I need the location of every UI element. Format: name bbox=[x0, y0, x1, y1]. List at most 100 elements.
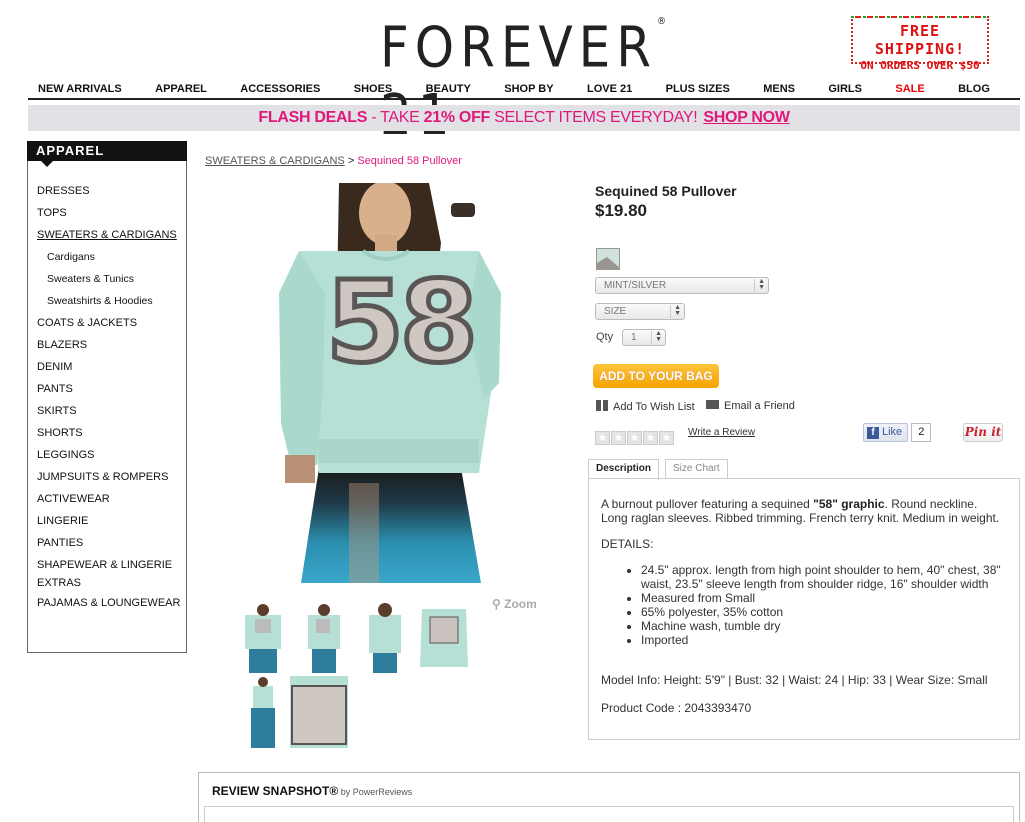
nav-accessories[interactable]: ACCESSORIES bbox=[240, 80, 320, 98]
sidebar-item-sweaters-tunics[interactable]: Sweaters & Tunics bbox=[37, 268, 187, 290]
rating-stars: ★ ★ ★ ★ ★ bbox=[595, 428, 675, 446]
thumbnail-6[interactable] bbox=[290, 676, 348, 748]
sidebar-item-label: PANTS bbox=[37, 383, 73, 395]
facebook-like-widget: f Like 2 bbox=[863, 423, 932, 442]
review-snapshot-title: REVIEW SNAPSHOT® by PowerReviews bbox=[212, 784, 412, 798]
sidebar-item-skirts[interactable]: SKIRTS bbox=[37, 400, 187, 422]
email-friend-label: Email a Friend bbox=[724, 400, 795, 412]
facebook-like-label: Like bbox=[882, 426, 903, 438]
sidebar-item-shapewear[interactable]: SHAPEWEAR & LINGERIE EXTRAS bbox=[37, 556, 187, 592]
envelope-icon bbox=[706, 400, 719, 409]
qty-select[interactable]: 1 ▲ ▼ bbox=[622, 329, 666, 346]
tab-size-chart[interactable]: Size Chart bbox=[665, 459, 728, 479]
forever21-logo[interactable]: FOREVER 21 ® bbox=[380, 14, 670, 147]
shop-now-link[interactable]: SHOP NOW bbox=[703, 109, 790, 126]
sidebar-item-sweatshirts-hoodies[interactable]: Sweatshirts & Hoodies bbox=[37, 290, 187, 312]
facebook-like-button[interactable]: f Like bbox=[863, 423, 909, 442]
free-shipping-badge[interactable]: FREE SHIPPING! ON ORDERS OVER $50 bbox=[851, 16, 989, 72]
color-swatch[interactable] bbox=[596, 248, 620, 270]
flash-discount: 21% OFF bbox=[423, 109, 491, 126]
breadcrumb-parent[interactable]: SWEATERS & CARDIGANS bbox=[205, 155, 345, 167]
sidebar-item-cardigans[interactable]: Cardigans bbox=[37, 246, 187, 268]
email-a-friend-link[interactable]: Email a Friend bbox=[706, 400, 795, 412]
star-icon: ★ bbox=[659, 431, 674, 445]
nav-new-arrivals[interactable]: NEW ARRIVALS bbox=[38, 80, 122, 98]
sidebar-item-panties[interactable]: PANTIES bbox=[37, 532, 187, 554]
review-title-text: REVIEW SNAPSHOT® bbox=[212, 784, 339, 798]
nav-girls[interactable]: GIRLS bbox=[828, 80, 862, 98]
nav-shop-by[interactable]: SHOP BY bbox=[504, 80, 553, 98]
size-select[interactable]: SIZE ▲ ▼ bbox=[595, 303, 685, 320]
flash-deals-banner[interactable]: FLASH DEALS - TAKE 21% OFF SELECT ITEMS … bbox=[28, 105, 1020, 131]
star-icon: ★ bbox=[611, 431, 626, 445]
sidebar-item-label: Sweaters & Tunics bbox=[47, 273, 134, 285]
facebook-like-count: 2 bbox=[911, 423, 932, 442]
color-select-value: MINT/SILVER bbox=[604, 280, 667, 291]
tab-description[interactable]: Description bbox=[588, 459, 660, 480]
sidebar-item-jumpsuits-rompers[interactable]: JUMPSUITS & ROMPERS bbox=[37, 466, 187, 488]
nav-plus-sizes[interactable]: PLUS SIZES bbox=[666, 80, 730, 98]
intro-text-b: "58" graphic bbox=[813, 497, 885, 511]
sidebar-item-label: TOPS bbox=[37, 207, 67, 219]
zoom-label: Zoom bbox=[504, 597, 537, 611]
sidebar-item-label: Sweatshirts & Hoodies bbox=[47, 295, 153, 307]
pinterest-pin-button[interactable]: Pin it bbox=[963, 423, 1003, 442]
free-shipping-line2: ON ORDERS OVER $50 bbox=[860, 59, 980, 72]
thumbnail-4[interactable] bbox=[418, 601, 470, 673]
flash-text-b: SELECT ITEMS EVERYDAY! bbox=[490, 109, 698, 126]
review-snapshot-body bbox=[204, 806, 1014, 822]
sidebar-item-pants[interactable]: PANTS bbox=[37, 378, 187, 400]
select-arrows-icon: ▲ ▼ bbox=[754, 278, 765, 292]
sidebar-item-label: LEGGINGS bbox=[37, 449, 95, 461]
add-to-wish-list-link[interactable]: Add To Wish List bbox=[596, 400, 695, 413]
nav-love21[interactable]: LOVE 21 bbox=[587, 80, 632, 98]
color-select[interactable]: MINT/SILVER ▲ ▼ bbox=[595, 277, 769, 294]
sidebar-title-text: APPAREL bbox=[36, 143, 105, 158]
nav-shoes[interactable]: SHOES bbox=[354, 80, 393, 98]
sidebar-item-denim[interactable]: DENIM bbox=[37, 356, 187, 378]
sidebar-item-pajamas[interactable]: PAJAMAS & LOUNGEWEAR bbox=[37, 594, 187, 612]
sidebar-item-dresses[interactable]: DRESSES bbox=[37, 180, 187, 202]
sidebar-item-label: ACTIVEWEAR bbox=[37, 493, 110, 505]
details-label: DETAILS: bbox=[601, 537, 654, 551]
thumb-photo bbox=[300, 601, 348, 673]
sidebar-item-sweaters-cardigans[interactable]: SWEATERS & CARDIGANS bbox=[37, 224, 187, 246]
sidebar-item-shorts[interactable]: SHORTS bbox=[37, 422, 187, 444]
details-item: 65% polyester, 35% cotton bbox=[641, 605, 1007, 619]
nav-apparel[interactable]: APPAREL bbox=[155, 80, 207, 98]
thumbnail-2[interactable] bbox=[300, 601, 348, 673]
sidebar-item-blazers[interactable]: BLAZERS bbox=[37, 334, 187, 356]
nav-beauty[interactable]: BEAUTY bbox=[426, 80, 471, 98]
sidebar-item-coats-jackets[interactable]: COATS & JACKETS bbox=[37, 312, 187, 334]
sidebar-item-label: DRESSES bbox=[37, 185, 90, 197]
thumbnail-3[interactable] bbox=[361, 601, 409, 673]
add-to-bag-button[interactable]: ADD TO YOUR BAG bbox=[593, 364, 719, 388]
description-intro: A burnout pullover featuring a sequined … bbox=[601, 497, 1007, 525]
sidebar-title: APPAREL bbox=[27, 141, 187, 167]
thumbnail-5[interactable] bbox=[239, 676, 287, 748]
sidebar-item-label: SWEATERS & CARDIGANS bbox=[37, 229, 177, 241]
registered-mark: ® bbox=[657, 16, 666, 28]
sidebar-list: DRESSES TOPS SWEATERS & CARDIGANS Cardig… bbox=[37, 180, 187, 614]
nav-mens[interactable]: MENS bbox=[763, 80, 795, 98]
zoom-control[interactable]: ⚲ Zoom bbox=[492, 597, 537, 611]
details-item: Machine wash, tumble dry bbox=[641, 619, 1007, 633]
sidebar-item-leggings[interactable]: LEGGINGS bbox=[37, 444, 187, 466]
sidebar-item-label: SKIRTS bbox=[37, 405, 77, 417]
sidebar-item-label: PAJAMAS & LOUNGEWEAR bbox=[37, 597, 181, 609]
nav-blog[interactable]: BLOG bbox=[958, 80, 990, 98]
thumb-photo bbox=[290, 676, 348, 748]
sidebar-item-label: PANTIES bbox=[37, 537, 84, 549]
sidebar-item-lingerie[interactable]: LINGERIE bbox=[37, 510, 187, 532]
product-main-image[interactable]: 58 bbox=[229, 183, 551, 583]
thumbnail-1[interactable] bbox=[239, 601, 287, 673]
sidebar-item-activewear[interactable]: ACTIVEWEAR bbox=[37, 488, 187, 510]
breadcrumb-current: Sequined 58 Pullover bbox=[357, 155, 462, 167]
nav-sale[interactable]: SALE bbox=[895, 80, 924, 98]
zoom-icon: ⚲ bbox=[492, 597, 501, 611]
review-by-text: by PowerReviews bbox=[338, 787, 413, 797]
write-review-link[interactable]: Write a Review bbox=[688, 427, 755, 438]
qty-label: Qty bbox=[596, 331, 614, 343]
sidebar-item-label: COATS & JACKETS bbox=[37, 317, 138, 329]
sidebar-item-tops[interactable]: TOPS bbox=[37, 202, 187, 224]
